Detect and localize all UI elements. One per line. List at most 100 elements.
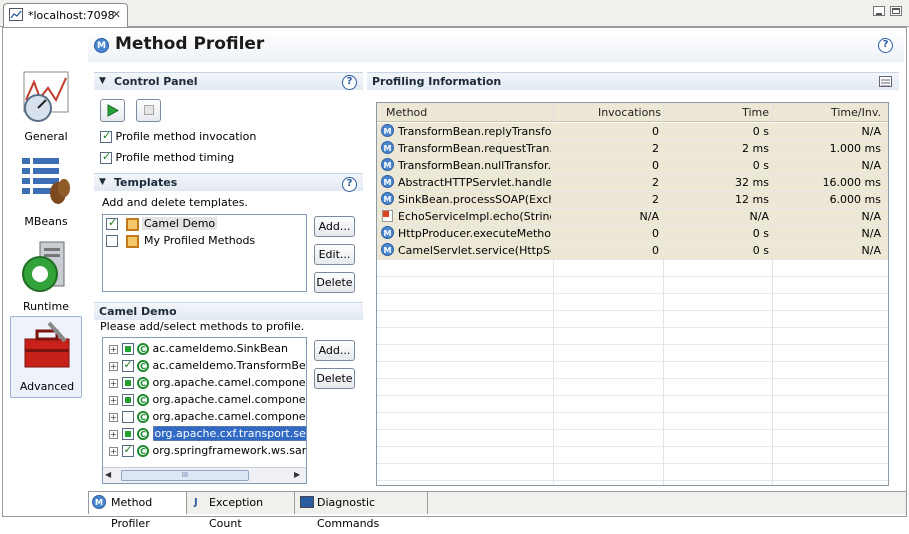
tab-exception-count[interactable]: J Exception Count xyxy=(187,492,295,530)
scroll-left-icon[interactable]: ◀ xyxy=(105,470,111,479)
time-inv-cell: 1.000 ms xyxy=(829,142,881,155)
maximize-icon[interactable] xyxy=(890,6,902,16)
table-row[interactable]: M AbstractHTTPServlet.handle... 2 32 ms 16.0… xyxy=(377,174,888,191)
templates-description: Add and delete templates. xyxy=(102,196,249,209)
table-row[interactable]: M HttpProducer.executeMetho... 0 0 s N/A xyxy=(377,225,888,242)
expand-icon[interactable]: + xyxy=(109,361,118,371)
class-icon: C xyxy=(137,428,149,440)
expand-icon[interactable]: + xyxy=(109,378,118,388)
time-cell: 0 s xyxy=(752,244,769,257)
expand-icon[interactable]: + xyxy=(109,429,118,439)
template-checkbox[interactable] xyxy=(106,235,118,247)
nav-item-mbeans[interactable]: MBeans xyxy=(10,155,82,235)
delete-method-button[interactable]: Delete xyxy=(314,368,355,389)
tree-item[interactable]: + C org.apache.cxf.transport.serv xyxy=(109,426,306,444)
method-checkbox[interactable] xyxy=(121,428,134,440)
table-row[interactable]: M TransformBean.requestTran... 2 2 ms 1.000 … xyxy=(377,140,888,157)
control-panel-help-icon[interactable]: ? xyxy=(342,75,357,90)
tree-item[interactable]: + C org.apache.camel.component xyxy=(109,393,307,410)
method-checkbox[interactable] xyxy=(121,343,134,355)
method-cell: CamelServlet.service(HttpSe... xyxy=(398,244,551,257)
method-cell: HttpProducer.executeMetho... xyxy=(398,227,551,240)
tab-diagnostic-commands[interactable]: Diagnostic Commands xyxy=(295,492,428,530)
method-icon: M xyxy=(381,124,394,137)
nav-label-general: General xyxy=(24,130,68,143)
nav-item-general[interactable]: General xyxy=(10,70,82,150)
tree-item-label: ac.cameldemo.TransformBean xyxy=(152,359,307,372)
profile-timing-option[interactable]: Profile method timing xyxy=(100,150,234,164)
editor-tab[interactable]: *localhost:7098 ✕ xyxy=(3,3,128,28)
nav-item-advanced[interactable]: Advanced xyxy=(10,316,82,398)
control-panel-header[interactable]: ▼ Control Panel ? xyxy=(94,72,363,90)
expand-icon[interactable]: + xyxy=(109,446,118,456)
templates-help-icon[interactable]: ? xyxy=(342,177,357,192)
list-item[interactable]: Camel Demo xyxy=(106,216,218,234)
tab-method-profiler[interactable]: M Method Profiler xyxy=(88,492,187,530)
start-profiling-button[interactable] xyxy=(100,99,125,122)
profiling-title: Profiling Information xyxy=(372,75,502,88)
add-method-button[interactable]: Add... xyxy=(314,340,355,361)
tree-item[interactable]: + C ac.cameldemo.TransformBean xyxy=(109,358,307,376)
tree-item[interactable]: + C org.apache.camel.component xyxy=(109,410,306,427)
table-row[interactable]: M TransformBean.nullTransfor... 0 0 s N/A xyxy=(377,157,888,174)
delete-template-button[interactable]: Delete xyxy=(314,272,355,293)
class-icon: C xyxy=(137,411,149,423)
camel-demo-header: Camel Demo xyxy=(94,302,363,320)
tab-label: Method Profiler xyxy=(111,496,153,530)
minimize-icon[interactable] xyxy=(873,6,885,16)
expand-icon[interactable]: + xyxy=(109,344,118,354)
edit-template-button[interactable]: Edit... xyxy=(314,244,355,265)
scroll-right-icon[interactable]: ▶ xyxy=(294,470,300,479)
camel-demo-title: Camel Demo xyxy=(99,305,177,318)
nav-label-advanced: Advanced xyxy=(19,380,75,393)
time-inv-cell: N/A xyxy=(861,125,881,138)
table-menu-icon[interactable] xyxy=(879,76,892,87)
profile-invocation-checkbox[interactable] xyxy=(100,129,112,143)
profile-invocation-option[interactable]: Profile method invocation xyxy=(100,129,256,143)
profile-timing-checkbox[interactable] xyxy=(100,150,112,164)
table-row[interactable]: M CamelServlet.service(HttpSe... 0 0 s N/A xyxy=(377,242,888,259)
templates-list[interactable]: Camel Demo My Profiled Methods xyxy=(102,214,307,292)
method-checkbox[interactable] xyxy=(121,411,134,423)
invocations-cell: 0 xyxy=(652,227,659,240)
close-icon[interactable]: ✕ xyxy=(112,8,121,21)
invocations-cell: 0 xyxy=(652,159,659,172)
table-row[interactable]: M SinkBean.processSOAP(Exch... 2 12 ms 6.000… xyxy=(377,191,888,208)
methods-tree[interactable]: + C ac.cameldemo.SinkBean+ C ac.cameldem… xyxy=(102,337,307,484)
method-checkbox[interactable] xyxy=(121,358,134,372)
templates-header[interactable]: ▼ Templates ? xyxy=(94,173,363,192)
column-header-time-inv[interactable]: Time/Inv. xyxy=(775,106,881,119)
expand-icon[interactable]: + xyxy=(109,412,118,422)
collapse-triangle-icon[interactable]: ▼ xyxy=(99,76,106,86)
method-checkbox[interactable] xyxy=(121,394,134,406)
templates-title: Templates xyxy=(114,176,178,189)
method-checkbox[interactable] xyxy=(121,443,134,457)
help-icon[interactable]: ? xyxy=(878,38,893,53)
chart-gauge-icon xyxy=(23,71,69,122)
tree-item-label: org.apache.cxf.transport.serv xyxy=(152,426,306,441)
column-header-method[interactable]: Method xyxy=(386,106,427,119)
horizontal-scrollbar[interactable]: ◀ III ▶ xyxy=(103,467,306,483)
add-template-button[interactable]: Add... xyxy=(314,216,355,237)
nav-item-runtime[interactable]: Runtime xyxy=(10,240,82,320)
tree-item[interactable]: + C org.apache.camel.component xyxy=(109,376,306,393)
profiling-table[interactable]: Method Invocations Time Time/Inv. M Trans… xyxy=(376,102,889,486)
collapse-triangle-icon[interactable]: ▼ xyxy=(99,177,106,187)
table-row[interactable]: M TransformBean.replyTransfo... 0 0 s N/A xyxy=(377,123,888,140)
nav-label-mbeans: MBeans xyxy=(24,215,68,228)
column-header-time[interactable]: Time xyxy=(667,106,769,119)
template-checkbox[interactable] xyxy=(106,216,118,230)
list-item[interactable]: My Profiled Methods xyxy=(106,234,257,251)
class-icon: C xyxy=(137,445,149,457)
tree-item[interactable]: + C org.springframework.ws.samp xyxy=(109,443,306,461)
table-row[interactable]: EchoServiceImpl.echo(String) N/A N/A N/A xyxy=(377,208,888,225)
tree-item-label: org.apache.camel.component xyxy=(152,393,307,406)
class-icon: C xyxy=(137,360,149,372)
time-inv-cell: N/A xyxy=(861,227,881,240)
column-header-invocations[interactable]: Invocations xyxy=(555,106,661,119)
scrollbar-thumb[interactable]: III xyxy=(121,470,249,481)
method-checkbox[interactable] xyxy=(121,377,134,389)
stop-profiling-button[interactable] xyxy=(136,99,161,122)
tree-item[interactable]: + C ac.cameldemo.SinkBean xyxy=(109,342,288,359)
expand-icon[interactable]: + xyxy=(109,395,118,405)
